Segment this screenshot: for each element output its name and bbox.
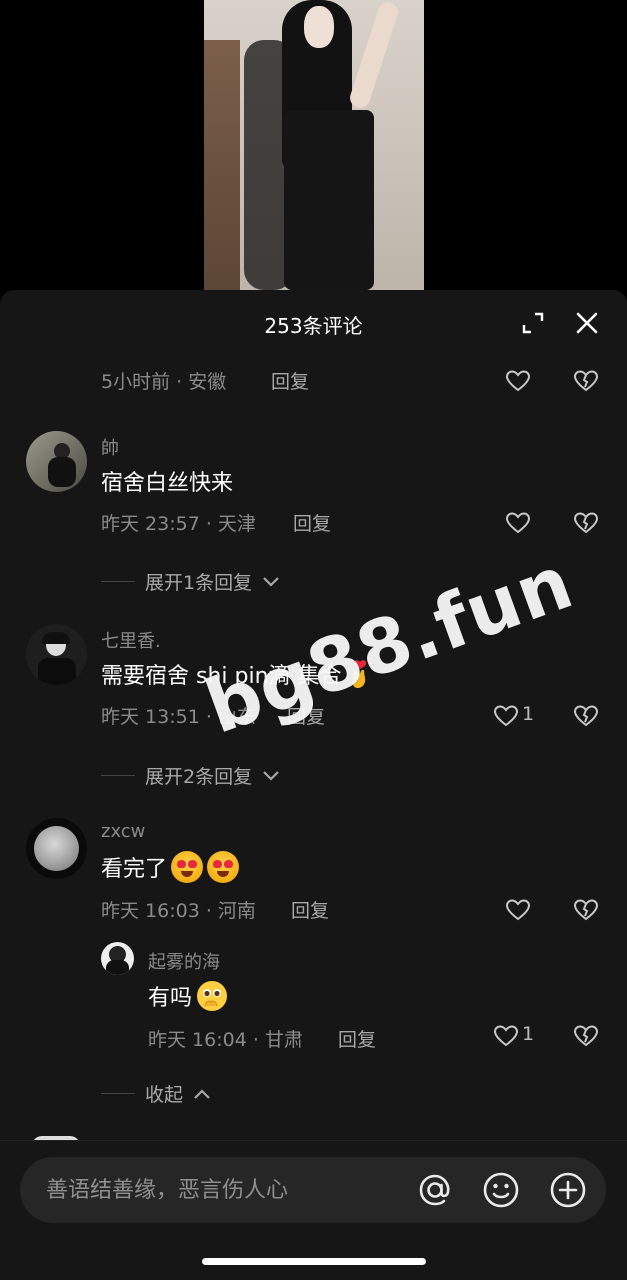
like-count: 1 [522, 703, 535, 725]
plus-circle-icon[interactable] [547, 1169, 589, 1211]
chevron-up-icon [194, 1088, 210, 1099]
comment-text: 需要宿舍 shi pin滴 集合 [101, 658, 374, 690]
comments-sheet: 253条评论 5小时前 · 安徽 回复 帥 宿舍白丝快来 昨天 23:57 · … [0, 290, 627, 1280]
avatar[interactable] [101, 942, 134, 975]
comment-input[interactable] [46, 1157, 406, 1223]
pleading-emoji-icon [197, 981, 228, 1011]
broken-heart-icon[interactable] [573, 510, 599, 536]
divider-line [101, 1093, 135, 1094]
reply-button[interactable]: 回复 [287, 702, 325, 729]
chevron-down-icon [263, 770, 279, 781]
reply-button[interactable]: 回复 [338, 1025, 376, 1052]
heart-eyes-emoji-icon [207, 851, 240, 883]
reply-button[interactable]: 回复 [291, 896, 329, 923]
comment-meta: 昨天 16:03 · 河南 [101, 900, 256, 922]
comment-text: 宿舍白丝快来 [101, 471, 234, 496]
avatar[interactable] [26, 818, 87, 879]
heart-icon[interactable] [505, 369, 531, 393]
comment-author[interactable]: 七里香. [101, 627, 161, 653]
broken-heart-icon[interactable] [573, 703, 599, 729]
comment-input-container[interactable] [20, 1157, 606, 1223]
reply-author[interactable]: 起雾的海 [148, 948, 220, 974]
video-player[interactable] [0, 0, 627, 290]
avatar[interactable] [26, 624, 87, 685]
video-thumbnail[interactable] [204, 0, 424, 290]
expand-replies-button[interactable]: 展开2条回复 [101, 762, 280, 789]
collapse-replies-label: 收起 [145, 1084, 184, 1106]
finger-heart-emoji-icon [352, 660, 366, 688]
comment-meta: 5小时前 · 安徽 [101, 371, 227, 393]
comment-meta: 昨天 23:57 · 天津 [101, 513, 256, 535]
comment-author[interactable]: zxcw [101, 821, 145, 842]
close-icon[interactable] [571, 307, 603, 339]
home-indicator[interactable] [202, 1258, 426, 1265]
collapse-replies-button[interactable]: 收起 [101, 1080, 211, 1107]
sheet-header: 253条评论 [0, 290, 627, 356]
divider-line [101, 775, 135, 776]
avatar[interactable] [26, 431, 87, 492]
comment-meta: 昨天 13:51 · 山东 [101, 706, 256, 728]
expand-icon[interactable] [518, 308, 548, 338]
reply-button[interactable]: 回复 [271, 367, 309, 394]
comment-author[interactable]: 帥 [101, 434, 119, 460]
heart-icon[interactable] [505, 511, 531, 535]
comment-text: 看完了 [101, 851, 240, 883]
broken-heart-icon[interactable] [573, 897, 599, 923]
broken-heart-icon[interactable] [573, 1023, 599, 1049]
chevron-down-icon [263, 576, 279, 587]
expand-replies-label: 展开1条回复 [145, 572, 253, 594]
smiley-icon[interactable] [480, 1169, 522, 1211]
expand-replies-label: 展开2条回复 [145, 766, 253, 788]
reply-button[interactable]: 回复 [293, 509, 331, 536]
heart-icon[interactable] [493, 1024, 519, 1048]
heart-icon[interactable] [493, 704, 519, 728]
reply-text: 有吗 [148, 980, 228, 1012]
reply-meta: 昨天 16:04 · 甘肃 [148, 1029, 303, 1051]
heart-icon[interactable] [505, 898, 531, 922]
divider-line [101, 581, 135, 582]
broken-heart-icon[interactable] [573, 368, 599, 394]
expand-replies-button[interactable]: 展开1条回复 [101, 568, 280, 595]
like-count: 1 [522, 1023, 535, 1045]
heart-eyes-emoji-icon [171, 851, 204, 883]
at-icon[interactable] [414, 1169, 456, 1211]
